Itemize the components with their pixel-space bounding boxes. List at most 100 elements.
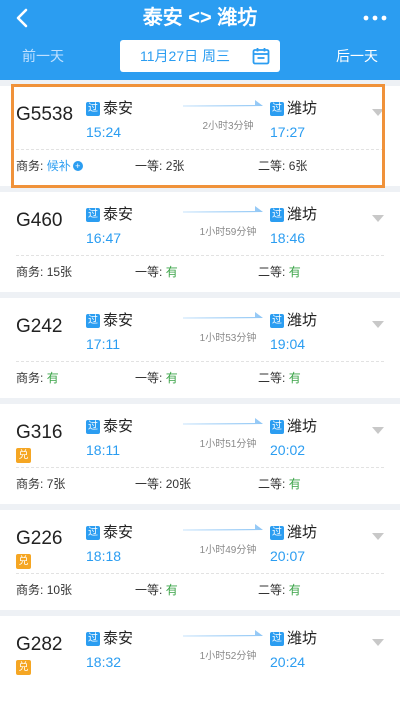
- train-card[interactable]: G5538 过泰安 15:24 2小时3分钟过潍坊 17:27 商务: 候补 + 一等: 2张…: [0, 84, 400, 188]
- first-class-availability: 有: [165, 371, 178, 385]
- exchange-badge: 兑: [16, 554, 31, 569]
- departure-station: 泰安: [103, 630, 134, 647]
- arrival-time: 19:04: [270, 336, 306, 352]
- duration: 1小时51分钟: [199, 439, 257, 450]
- train-number: G460: [16, 210, 63, 231]
- divider: [16, 467, 384, 468]
- second-class-seat: 二等: 有: [258, 370, 301, 386]
- departure-time: 18:32: [86, 654, 122, 670]
- pass-badge: 过: [86, 208, 100, 222]
- train-card[interactable]: G226 兑过泰安 18:18 1小时49分钟过潍坊 20:07 商务: 10张 一等: 有…: [0, 510, 400, 610]
- second-class-seat: 二等: 6张: [258, 158, 307, 174]
- arrival-time: 20:02: [270, 442, 306, 458]
- train-number: G5538: [16, 104, 74, 125]
- direction-arrow-icon: [183, 524, 263, 531]
- first-class-seat: 一等: 有: [135, 582, 178, 598]
- business-availability: 有: [46, 371, 59, 385]
- expand-chevron-icon[interactable]: [372, 639, 384, 647]
- pass-badge: 过: [270, 208, 284, 222]
- pass-badge: 过: [86, 314, 100, 328]
- second-class-seat: 二等: 有: [258, 476, 301, 492]
- second-class-availability: 6张: [288, 159, 308, 173]
- first-class-seat: 一等: 2张: [135, 158, 184, 174]
- arrival-time: 17:27: [270, 124, 306, 140]
- business-label: 商务:: [16, 477, 44, 491]
- route-title: 泰安 <> 潍坊: [142, 7, 258, 29]
- first-class-availability: 有: [165, 265, 178, 279]
- more-dots-icon: [363, 15, 387, 21]
- second-class-availability: 有: [288, 265, 301, 279]
- second-class-label: 二等:: [258, 371, 286, 385]
- exchange-badge: 兑: [16, 660, 31, 675]
- arrival-station: 潍坊: [287, 312, 318, 329]
- business-seat: 商务: 10张: [16, 582, 72, 598]
- departure-time: 18:18: [86, 548, 122, 564]
- expand-chevron-icon[interactable]: [372, 533, 384, 541]
- business-availability: 15张: [46, 265, 73, 279]
- arrival-station: 潍坊: [287, 524, 318, 541]
- duration: 1小时59分钟: [199, 227, 257, 238]
- first-class-seat: 一等: 有: [135, 370, 178, 386]
- date-text: 11月27日 周三: [140, 48, 230, 64]
- first-class-availability: 20张: [165, 477, 192, 491]
- divider: [16, 361, 384, 362]
- exchange-badge: 兑: [16, 448, 31, 463]
- business-availability[interactable]: 候补: [47, 159, 71, 173]
- business-label: 商务:: [16, 583, 44, 597]
- business-availability: 10张: [46, 583, 73, 597]
- more-button[interactable]: [362, 6, 388, 30]
- first-class-label: 一等:: [135, 583, 163, 597]
- duration: 2小时3分钟: [202, 121, 254, 132]
- departure-time: 16:47: [86, 230, 122, 246]
- departure-station: 泰安: [103, 524, 134, 541]
- train-card[interactable]: G316 兑过泰安 18:11 1小时51分钟过潍坊 20:02 商务: 7张 一等: 20…: [0, 404, 400, 504]
- expand-chevron-icon[interactable]: [372, 427, 384, 435]
- second-class-seat: 二等: 有: [258, 582, 301, 598]
- departure-station: 泰安: [103, 312, 134, 329]
- departure-station: 泰安: [103, 206, 134, 223]
- duration: 1小时53分钟: [199, 333, 257, 344]
- pass-badge: 过: [86, 526, 100, 540]
- first-class-label: 一等:: [135, 477, 163, 491]
- plus-icon[interactable]: +: [72, 161, 83, 171]
- departure-station: 泰安: [103, 100, 134, 117]
- departure-time: 15:24: [86, 124, 122, 140]
- train-card[interactable]: G242 过泰安 17:11 1小时53分钟过潍坊 19:04 商务: 有一等: 有二等:…: [0, 298, 400, 398]
- departure-time: 17:11: [86, 336, 120, 352]
- departure-station: 泰安: [103, 418, 134, 435]
- train-number: G316: [16, 422, 63, 443]
- pass-badge: 过: [86, 420, 100, 434]
- first-class-seat: 一等: 有: [135, 264, 178, 280]
- divider: [16, 573, 384, 574]
- business-label: 商务:: [16, 159, 44, 173]
- duration: 1小时49分钟: [199, 545, 257, 556]
- prev-day-button[interactable]: 前一天: [22, 46, 64, 66]
- train-card[interactable]: G282 兑过泰安 18:32 1小时52分钟过潍坊 20:24: [0, 616, 400, 716]
- second-class-availability: 有: [288, 583, 301, 597]
- header-bar: 泰安 <> 潍坊 前一天 11月27日 周三 后一天: [0, 0, 400, 80]
- pass-badge: 过: [270, 526, 284, 540]
- business-seat: 商务: 候补 +: [16, 158, 83, 174]
- first-class-availability: 2张: [165, 159, 185, 173]
- expand-chevron-icon[interactable]: [372, 321, 384, 329]
- duration: 1小时52分钟: [199, 651, 257, 662]
- arrival-time: 18:46: [270, 230, 306, 246]
- business-seat: 商务: 15张: [16, 264, 72, 280]
- business-label: 商务:: [16, 265, 44, 279]
- arrival-station: 潍坊: [287, 418, 318, 435]
- expand-chevron-icon[interactable]: [372, 109, 384, 117]
- expand-chevron-icon[interactable]: [372, 215, 384, 223]
- business-availability: 7张: [46, 477, 66, 491]
- direction-arrow-icon: [183, 630, 263, 637]
- calendar-icon: [252, 48, 270, 65]
- direction-arrow-icon: [183, 206, 263, 213]
- date-picker[interactable]: 11月27日 周三: [120, 40, 280, 72]
- second-class-availability: 有: [288, 371, 301, 385]
- next-day-button[interactable]: 后一天: [336, 46, 378, 66]
- pass-badge: 过: [86, 102, 100, 116]
- train-card[interactable]: G460 过泰安 16:47 1小时59分钟过潍坊 18:46 商务: 15张 一等: 有二…: [0, 192, 400, 292]
- divider: [16, 149, 384, 150]
- business-label: 商务:: [16, 371, 44, 385]
- pass-badge: 过: [270, 632, 284, 646]
- arrival-time: 20:07: [270, 548, 306, 564]
